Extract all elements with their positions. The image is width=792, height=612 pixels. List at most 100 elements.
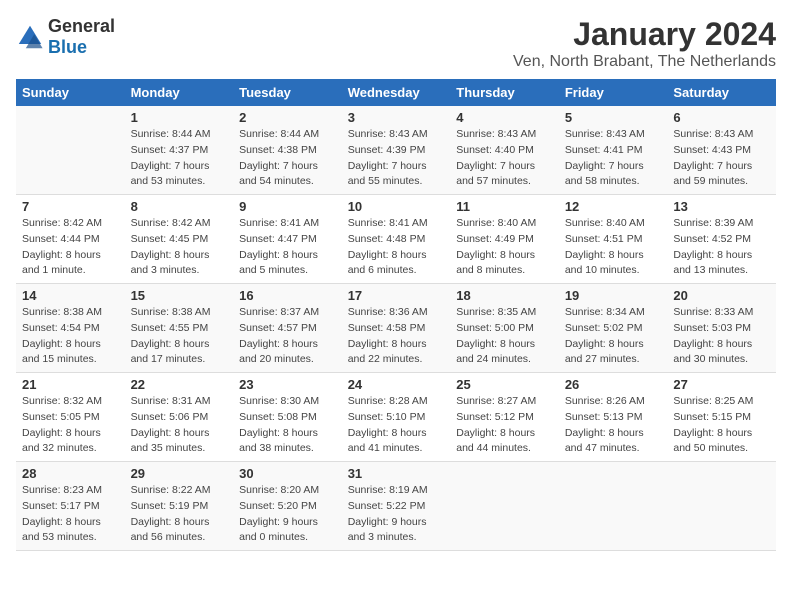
day-number: 4 xyxy=(456,110,553,125)
day-detail: Sunrise: 8:35 AMSunset: 5:00 PMDaylight:… xyxy=(456,306,536,365)
day-number: 27 xyxy=(673,377,770,392)
calendar-cell: 8 Sunrise: 8:42 AMSunset: 4:45 PMDaylight… xyxy=(125,195,234,284)
day-detail: Sunrise: 8:38 AMSunset: 4:55 PMDaylight:… xyxy=(131,306,211,365)
calendar-cell: 30 Sunrise: 8:20 AMSunset: 5:20 PMDayligh… xyxy=(233,462,342,551)
day-number: 9 xyxy=(239,199,336,214)
weekday-header-row: Sunday Monday Tuesday Wednesday Thursday… xyxy=(16,79,776,106)
day-number: 30 xyxy=(239,466,336,481)
calendar-cell: 27Sunrise: 8:25 AMSunset: 5:15 PMDayligh… xyxy=(667,373,776,462)
calendar-week-row-1: 7Sunrise: 8:42 AMSunset: 4:44 PMDaylight… xyxy=(16,195,776,284)
day-number: 12 xyxy=(565,199,662,214)
day-number: 13 xyxy=(673,199,770,214)
calendar-cell: 1 Sunrise: 8:44 AMSunset: 4:37 PMDaylight… xyxy=(125,106,234,195)
day-detail: Sunrise: 8:41 AMSunset: 4:48 PMDaylight:… xyxy=(348,217,428,276)
calendar-cell: 21 Sunrise: 8:32 AMSunset: 5:05 PMDayligh… xyxy=(16,373,125,462)
day-number: 5 xyxy=(565,110,662,125)
calendar-cell: 22Sunrise: 8:31 AMSunset: 5:06 PMDayligh… xyxy=(125,373,234,462)
day-detail: Sunrise: 8:30 AMSunset: 5:08 PMDaylight:… xyxy=(239,395,319,454)
day-number: 6 xyxy=(673,110,770,125)
calendar-cell: 14 Sunrise: 8:38 AMSunset: 4:54 PMDayligh… xyxy=(16,284,125,373)
calendar-week-row-2: 14 Sunrise: 8:38 AMSunset: 4:54 PMDayligh… xyxy=(16,284,776,373)
day-number: 2 xyxy=(239,110,336,125)
calendar-cell: 11 Sunrise: 8:40 AMSunset: 4:49 PMDayligh… xyxy=(450,195,559,284)
calendar-week-row-3: 21 Sunrise: 8:32 AMSunset: 5:05 PMDayligh… xyxy=(16,373,776,462)
day-number: 29 xyxy=(131,466,228,481)
day-detail: Sunrise: 8:26 AMSunset: 5:13 PMDaylight:… xyxy=(565,395,645,454)
day-number: 15 xyxy=(131,288,228,303)
day-number: 17 xyxy=(348,288,445,303)
day-detail: Sunrise: 8:22 AMSunset: 5:19 PMDaylight:… xyxy=(131,484,211,543)
calendar-cell xyxy=(450,462,559,551)
day-number: 10 xyxy=(348,199,445,214)
day-number: 11 xyxy=(456,199,553,214)
day-detail: Sunrise: 8:43 AMSunset: 4:43 PMDaylight:… xyxy=(673,128,753,187)
day-detail: Sunrise: 8:36 AMSunset: 4:58 PMDaylight:… xyxy=(348,306,428,365)
calendar-cell: 31 Sunrise: 8:19 AMSunset: 5:22 PMDayligh… xyxy=(342,462,451,551)
calendar-cell: 23 Sunrise: 8:30 AMSunset: 5:08 PMDayligh… xyxy=(233,373,342,462)
day-detail: Sunrise: 8:32 AMSunset: 5:05 PMDaylight:… xyxy=(22,395,102,454)
day-detail: Sunrise: 8:27 AMSunset: 5:12 PMDaylight:… xyxy=(456,395,536,454)
col-tuesday: Tuesday xyxy=(233,79,342,106)
calendar-cell: 2Sunrise: 8:44 AMSunset: 4:38 PMDaylight… xyxy=(233,106,342,195)
calendar-cell: 12Sunrise: 8:40 AMSunset: 4:51 PMDayligh… xyxy=(559,195,668,284)
day-number: 14 xyxy=(22,288,119,303)
day-detail: Sunrise: 8:44 AMSunset: 4:37 PMDaylight:… xyxy=(131,128,211,187)
day-detail: Sunrise: 8:42 AMSunset: 4:45 PMDaylight:… xyxy=(131,217,211,276)
day-detail: Sunrise: 8:43 AMSunset: 4:40 PMDaylight:… xyxy=(456,128,536,187)
day-detail: Sunrise: 8:19 AMSunset: 5:22 PMDaylight:… xyxy=(348,484,428,543)
day-detail: Sunrise: 8:40 AMSunset: 4:49 PMDaylight:… xyxy=(456,217,536,276)
calendar-cell: 16Sunrise: 8:37 AMSunset: 4:57 PMDayligh… xyxy=(233,284,342,373)
col-wednesday: Wednesday xyxy=(342,79,451,106)
day-detail: Sunrise: 8:39 AMSunset: 4:52 PMDaylight:… xyxy=(673,217,753,276)
day-detail: Sunrise: 8:28 AMSunset: 5:10 PMDaylight:… xyxy=(348,395,428,454)
col-friday: Friday xyxy=(559,79,668,106)
calendar-cell: 13 Sunrise: 8:39 AMSunset: 4:52 PMDayligh… xyxy=(667,195,776,284)
logo-icon xyxy=(16,23,44,51)
day-detail: Sunrise: 8:42 AMSunset: 4:44 PMDaylight:… xyxy=(22,217,102,276)
col-monday: Monday xyxy=(125,79,234,106)
day-detail: Sunrise: 8:43 AMSunset: 4:39 PMDaylight:… xyxy=(348,128,428,187)
main-title: January 2024 xyxy=(513,16,776,53)
col-saturday: Saturday xyxy=(667,79,776,106)
calendar-cell: 18 Sunrise: 8:35 AMSunset: 5:00 PMDayligh… xyxy=(450,284,559,373)
day-number: 8 xyxy=(131,199,228,214)
day-number: 22 xyxy=(131,377,228,392)
calendar-cell: 5 Sunrise: 8:43 AMSunset: 4:41 PMDaylight… xyxy=(559,106,668,195)
day-number: 20 xyxy=(673,288,770,303)
calendar-cell: 26 Sunrise: 8:26 AMSunset: 5:13 PMDayligh… xyxy=(559,373,668,462)
calendar-cell: 20Sunrise: 8:33 AMSunset: 5:03 PMDayligh… xyxy=(667,284,776,373)
calendar-cell: 17 Sunrise: 8:36 AMSunset: 4:58 PMDayligh… xyxy=(342,284,451,373)
day-number: 16 xyxy=(239,288,336,303)
day-number: 3 xyxy=(348,110,445,125)
calendar-cell xyxy=(559,462,668,551)
day-detail: Sunrise: 8:41 AMSunset: 4:47 PMDaylight:… xyxy=(239,217,319,276)
day-detail: Sunrise: 8:34 AMSunset: 5:02 PMDaylight:… xyxy=(565,306,645,365)
calendar-cell: 4 Sunrise: 8:43 AMSunset: 4:40 PMDaylight… xyxy=(450,106,559,195)
day-number: 19 xyxy=(565,288,662,303)
calendar-cell: 28 Sunrise: 8:23 AMSunset: 5:17 PMDayligh… xyxy=(16,462,125,551)
day-number: 28 xyxy=(22,466,119,481)
calendar-table: Sunday Monday Tuesday Wednesday Thursday… xyxy=(16,79,776,551)
day-number: 18 xyxy=(456,288,553,303)
day-number: 31 xyxy=(348,466,445,481)
day-number: 26 xyxy=(565,377,662,392)
day-detail: Sunrise: 8:38 AMSunset: 4:54 PMDaylight:… xyxy=(22,306,102,365)
day-number: 1 xyxy=(131,110,228,125)
day-detail: Sunrise: 8:20 AMSunset: 5:20 PMDaylight:… xyxy=(239,484,319,543)
calendar-cell xyxy=(16,106,125,195)
day-detail: Sunrise: 8:43 AMSunset: 4:41 PMDaylight:… xyxy=(565,128,645,187)
calendar-cell: 6 Sunrise: 8:43 AMSunset: 4:43 PMDaylight… xyxy=(667,106,776,195)
calendar-cell: 9 Sunrise: 8:41 AMSunset: 4:47 PMDaylight… xyxy=(233,195,342,284)
calendar-cell: 10 Sunrise: 8:41 AMSunset: 4:48 PMDayligh… xyxy=(342,195,451,284)
calendar-cell: 7Sunrise: 8:42 AMSunset: 4:44 PMDaylight… xyxy=(16,195,125,284)
day-number: 23 xyxy=(239,377,336,392)
calendar-cell xyxy=(667,462,776,551)
calendar-week-row-0: 1 Sunrise: 8:44 AMSunset: 4:37 PMDaylight… xyxy=(16,106,776,195)
day-number: 21 xyxy=(22,377,119,392)
subtitle: Ven, North Brabant, The Netherlands xyxy=(513,53,776,71)
calendar-cell: 24Sunrise: 8:28 AMSunset: 5:10 PMDayligh… xyxy=(342,373,451,462)
day-detail: Sunrise: 8:23 AMSunset: 5:17 PMDaylight:… xyxy=(22,484,102,543)
calendar-cell: 19 Sunrise: 8:34 AMSunset: 5:02 PMDayligh… xyxy=(559,284,668,373)
logo-text-general: General xyxy=(48,16,115,36)
col-sunday: Sunday xyxy=(16,79,125,106)
